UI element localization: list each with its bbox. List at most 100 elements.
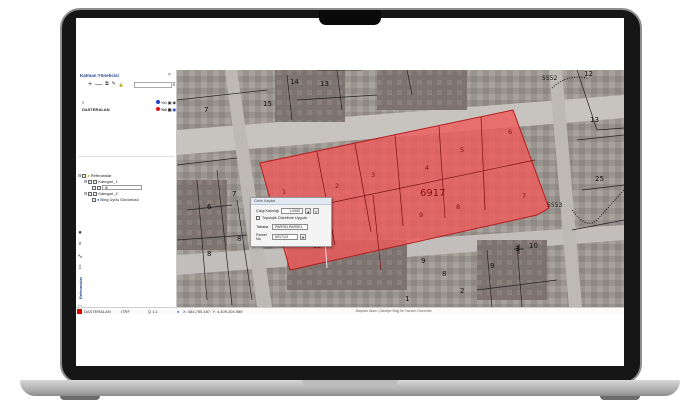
tree-category-1[interactable]: ⊟ Kategori_1 bbox=[84, 179, 118, 184]
visibility-dot[interactable] bbox=[155, 100, 160, 104]
tree-root-label: Referanslar bbox=[90, 173, 112, 178]
parcel-number: 1 bbox=[282, 188, 287, 196]
layer-row: Tabaka PARSELPARSEL bbox=[256, 224, 308, 230]
bing-layer-label: Bing Uydu Görüntüsü bbox=[100, 197, 139, 202]
tree-category-2[interactable]: ⊟ Kategori_2 bbox=[84, 191, 118, 196]
checkbox[interactable] bbox=[92, 197, 96, 202]
layer-search-input[interactable] bbox=[134, 82, 172, 88]
collapse-icon[interactable]: ⊟ bbox=[84, 191, 87, 196]
map-view[interactable]: 1 2 3 4 5 6 7 8 9 12 6917 14 13 15 7 12 … bbox=[177, 70, 624, 307]
remove-layer-button[interactable]: — bbox=[95, 81, 102, 88]
tree-category-label: Kategori_1 bbox=[98, 179, 118, 184]
parcel-number: 5 bbox=[460, 146, 465, 154]
map-label: 1 bbox=[405, 295, 410, 303]
parcel-number: 3 bbox=[371, 171, 376, 179]
layer-row[interactable]: DASTERALAN %0 ▣ ◉ bbox=[82, 106, 176, 112]
tree-category-1-item[interactable]: ilf bbox=[92, 185, 142, 190]
left-rail: ● ⌕ ∿ ⟟ Referanslar ⚐ bbox=[76, 230, 84, 312]
checkbox[interactable] bbox=[88, 179, 93, 184]
map-canvas[interactable] bbox=[177, 70, 624, 307]
topology-label: Topolojik Düzeltme Uygula bbox=[262, 216, 307, 220]
parcel-number: 2 bbox=[335, 182, 340, 190]
eye-icon[interactable]: ◉ bbox=[173, 100, 177, 105]
dialog-title: Cizim Kaydet bbox=[251, 198, 331, 205]
checkbox[interactable] bbox=[92, 185, 96, 190]
checkbox[interactable] bbox=[88, 191, 93, 196]
screen: Katman Yöneticisi × + — ⧉ ✎ 🔒 ⊽ ≡ %0 ▣ ◉… bbox=[76, 18, 624, 366]
lock-icon[interactable]: 🔒 bbox=[119, 81, 124, 88]
topology-row: Topolojik Düzeltme Uygula bbox=[256, 216, 307, 220]
measure-icon[interactable]: ∿ bbox=[77, 253, 82, 260]
parcel-number: 8 bbox=[456, 203, 461, 211]
checkbox[interactable] bbox=[82, 173, 87, 178]
checkbox[interactable] bbox=[97, 185, 101, 190]
close-icon[interactable]: × bbox=[168, 72, 171, 78]
laptop-base bbox=[20, 380, 680, 396]
map-label: 8 bbox=[237, 235, 242, 243]
reference-name-input[interactable]: ilf bbox=[102, 185, 142, 190]
parcel-id-label: 6917 bbox=[420, 188, 446, 199]
top-blank-area bbox=[76, 18, 624, 68]
visibility-dot[interactable] bbox=[155, 107, 160, 111]
map-label: 6 bbox=[207, 203, 212, 211]
status-hint: Başlatır Alanı Çizildiye Bağ İle Yazılım… bbox=[356, 309, 432, 313]
lock-icon[interactable]: ▪ bbox=[313, 208, 320, 214]
bottom-blank-area bbox=[76, 314, 624, 366]
map-label: 9 bbox=[421, 257, 426, 265]
checkbox[interactable] bbox=[93, 179, 98, 184]
add-layer-button[interactable]: + bbox=[88, 81, 92, 88]
references-tab[interactable]: Referanslar bbox=[78, 277, 83, 299]
parcel-label: Parsel No bbox=[256, 233, 267, 241]
tree-root[interactable]: ⊟ ● Referanslar bbox=[78, 173, 111, 178]
camera-notch bbox=[319, 10, 381, 25]
parcel-input[interactable]: 6917/13 bbox=[272, 234, 298, 240]
parcel-number: 9 bbox=[419, 211, 424, 219]
edit-layer-button[interactable]: ✎ bbox=[112, 81, 116, 88]
lock-icon[interactable]: ▣ bbox=[168, 107, 172, 112]
eye-icon[interactable]: ◉ bbox=[173, 107, 177, 112]
layer-pct: %0 bbox=[160, 99, 167, 105]
layer-name: DASTERALAN bbox=[82, 106, 110, 112]
map-label: 15 bbox=[263, 100, 272, 108]
layer-pct: %0 bbox=[160, 106, 167, 112]
line-width-input[interactable]: 1.0000 bbox=[281, 208, 304, 214]
search-icon[interactable]: ⌕ bbox=[78, 241, 81, 248]
map-label: 14 bbox=[290, 78, 299, 86]
map-label: 7 bbox=[204, 106, 209, 114]
checkbox[interactable] bbox=[93, 191, 98, 196]
building-block bbox=[275, 70, 345, 122]
map-label: 5552 bbox=[542, 75, 558, 82]
parcel-number: 6 bbox=[508, 128, 513, 136]
stepper-icon[interactable]: ▴ bbox=[305, 208, 312, 214]
building-block bbox=[377, 70, 467, 110]
line-width-row: Çizgi Kalınlığı 1.0000 ▴ ▪ bbox=[256, 208, 320, 214]
pin-icon[interactable]: ⟟ bbox=[79, 265, 81, 272]
parcel-number: 7 bbox=[522, 192, 527, 200]
lock-icon[interactable]: ▣ bbox=[168, 100, 172, 105]
map-label: 5553 bbox=[547, 202, 563, 209]
map-label: 9 bbox=[490, 262, 495, 270]
map-label: 2 bbox=[460, 287, 465, 295]
layer-list: ≡ %0 ▣ ◉ DASTERALAN %0 ▣ ◉ bbox=[78, 99, 176, 157]
tree-category-label: Kategori_2 bbox=[98, 191, 118, 196]
parcel-row: Parsel No 6917/13 ⌖ bbox=[256, 233, 306, 241]
filter-icon[interactable]: ⊽ bbox=[172, 82, 176, 88]
layer-input[interactable]: PARSELPARSEL bbox=[272, 224, 308, 230]
collapse-icon[interactable]: ⊟ bbox=[84, 179, 87, 184]
copy-layer-button[interactable]: ⧉ bbox=[105, 81, 109, 88]
status-bar: DASTERALAN ITRF Q 1:1 ● X: 484,755.187, … bbox=[76, 307, 624, 314]
map-label: 7 bbox=[232, 190, 237, 198]
globe-icon: ● bbox=[97, 197, 100, 202]
topology-checkbox[interactable] bbox=[256, 216, 260, 220]
tree-category-2-item[interactable]: ● Bing Uydu Görüntüsü bbox=[92, 197, 139, 202]
layer-label: Tabaka bbox=[256, 225, 269, 229]
panel-toolbar: + — ⧉ ✎ 🔒 bbox=[88, 81, 124, 88]
map-label: 10 bbox=[529, 242, 538, 250]
map-label: 13 bbox=[320, 80, 329, 88]
pick-icon[interactable]: ⌖ bbox=[300, 234, 306, 240]
layer-row[interactable]: ≡ %0 ▣ ◉ bbox=[82, 99, 176, 105]
collapse-icon[interactable]: ⊟ bbox=[78, 173, 81, 178]
map-label: 8 bbox=[207, 250, 212, 258]
layer-name: ≡ bbox=[82, 99, 85, 105]
info-icon[interactable]: ● bbox=[78, 230, 82, 236]
